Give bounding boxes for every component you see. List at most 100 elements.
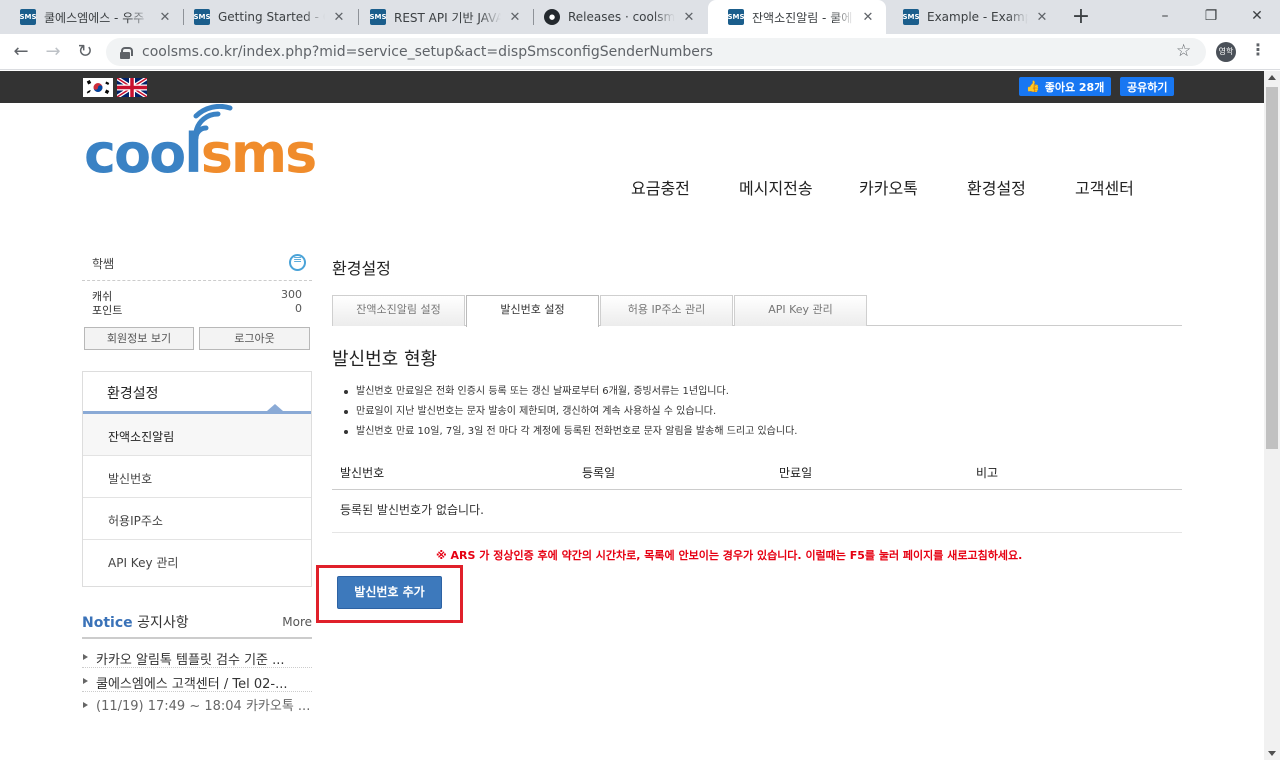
gnb-item-support[interactable]: 고객센터: [1075, 175, 1134, 199]
ars-warning-text: ※ ARS 가 정상인증 후에 약간의 시간차로, 목록에 안보이는 경우가 있…: [436, 549, 1023, 562]
side-menu-item-api-key[interactable]: API Key 관리: [83, 540, 311, 582]
add-sender-number-button[interactable]: 발신번호 추가: [337, 576, 442, 609]
notice-box: Notice 공지사항 More 카카오 알림톡 템플릿 검수 기준 ... 쿨…: [82, 612, 312, 714]
notice-item[interactable]: 쿨에스엠에스 고객센터 / Tel 02-...: [82, 673, 312, 692]
info-bullet: 발신번호 만료일은 전화 인증시 등록 또는 갱신 날짜로부터 6개월, 증빙서…: [342, 385, 1182, 405]
side-menu-title-text: 환경설정: [107, 386, 159, 402]
tab-allowed-ip[interactable]: 허용 IP주소 관리: [600, 295, 733, 326]
reload-icon[interactable]: ↻: [72, 40, 98, 66]
korea-flag-icon[interactable]: [83, 78, 113, 97]
side-menu: 환경설정 잔액소진알림 발신번호 허용IP주소 API Key 관리: [82, 371, 312, 587]
gnb-item-charge[interactable]: 요금충전: [631, 175, 690, 199]
info-bullets: 발신번호 만료일은 전화 인증시 등록 또는 갱신 날짜로부터 6개월, 증빙서…: [342, 385, 1182, 445]
sms-favicon-icon: SMS: [193, 9, 211, 25]
address-bar: ← → ↻ coolsms.co.kr/index.php?mid=servic…: [0, 34, 1280, 70]
settings-tabs: 잔액소진알림 설정 발신번호 설정 허용 IP주소 관리 API Key 관리: [332, 295, 1182, 327]
close-icon[interactable]: ✕: [681, 10, 697, 25]
browser-tab-title: 잔액소진알림 - 쿨에: [752, 10, 853, 25]
point-label: 포인트: [92, 304, 123, 317]
url-field[interactable]: coolsms.co.kr/index.php?mid=service_setu…: [106, 38, 1206, 66]
tab-sender-number-settings[interactable]: 발신번호 설정: [466, 295, 599, 327]
page-title: 환경설정: [332, 259, 391, 278]
page-scrollbar[interactable]: [1264, 71, 1280, 760]
gnb-item-settings[interactable]: 환경설정: [967, 175, 1026, 199]
browser-tab[interactable]: SMS REST API 기반 JAVA ✕: [350, 0, 533, 34]
close-icon[interactable]: ✕: [507, 10, 523, 25]
browser-tab[interactable]: SMS Example - Example ✕: [883, 0, 1060, 34]
section-title: 발신번호 현황: [332, 349, 438, 370]
column-header-sender-number: 발신번호: [340, 466, 385, 480]
sms-favicon-icon: SMS: [727, 9, 745, 25]
browser-tab-title: Releases · coolsms/j: [568, 10, 675, 24]
coolsms-logo[interactable]: coolsms: [84, 104, 320, 186]
tab-api-key[interactable]: API Key 관리: [734, 295, 867, 326]
uk-flag-icon[interactable]: [117, 78, 147, 97]
close-icon[interactable]: ✕: [1034, 10, 1050, 25]
sms-favicon-icon: SMS: [19, 9, 37, 25]
logout-button[interactable]: 로그아웃: [199, 327, 310, 350]
browser-tab-active[interactable]: SMS 잔액소진알림 - 쿨에 ✕: [708, 0, 886, 34]
close-icon[interactable]: ✕: [331, 10, 347, 25]
url-text: coolsms.co.kr/index.php?mid=service_setu…: [142, 44, 713, 60]
scroll-up-icon[interactable]: [1268, 75, 1276, 80]
column-header-expiry-date: 만료일: [779, 466, 813, 480]
info-bullet: 만료일이 지난 발신번호는 문자 발송이 제한되며, 갱신하여 계속 사용하실 …: [342, 405, 1182, 425]
user-name: 학쌤: [92, 257, 115, 271]
like-label: 좋아요 28개: [1044, 80, 1105, 94]
point-value: 0: [295, 302, 302, 315]
browser-tab[interactable]: SMS Getting Started - Ge ✕: [174, 0, 357, 34]
facebook-share-button[interactable]: 공유하기: [1120, 77, 1175, 96]
browser-menu-icon[interactable]: ⋮: [1250, 40, 1266, 59]
close-icon[interactable]: ✕: [157, 10, 173, 25]
logo-text-sms: sms: [200, 122, 318, 185]
side-menu-item-allowed-ip[interactable]: 허용IP주소: [83, 498, 311, 540]
site-top-bar: 👍 좋아요 28개 공유하기: [0, 71, 1264, 103]
back-icon[interactable]: ←: [8, 40, 34, 66]
notice-title-en: Notice: [82, 615, 133, 631]
minimize-icon[interactable]: –: [1142, 0, 1188, 32]
browser-tab-title: Example - Example: [927, 10, 1028, 24]
info-bullet: 발신번호 만료 10일, 7일, 3일 전 마다 각 계정에 등록된 전화번호로…: [342, 425, 1182, 445]
profile-avatar[interactable]: 영학: [1216, 42, 1236, 62]
side-menu-title: 환경설정: [83, 372, 311, 414]
cash-value: 300: [281, 288, 302, 301]
browser-tab[interactable]: ● Releases · coolsms/j ✕: [524, 0, 707, 34]
browser-tab[interactable]: SMS 쿨에스엠에스 - 우주 ✕: [0, 0, 183, 34]
side-menu-item-balance-alert[interactable]: 잔액소진알림: [83, 414, 311, 456]
browser-tab-title: 쿨에스엠에스 - 우주: [44, 10, 145, 25]
notice-title: Notice 공지사항: [82, 612, 312, 632]
github-icon: ●: [544, 9, 560, 25]
thumbs-up-icon: 👍: [1026, 80, 1040, 93]
sender-table-header: 발신번호 등록일 만료일 비고: [332, 454, 1182, 490]
sms-favicon-icon: SMS: [369, 9, 387, 25]
browser-tab-strip: SMS 쿨에스엠에스 - 우주 ✕ SMS Getting Started - Ge ✕…: [0, 0, 1280, 34]
new-tab-button[interactable]: +: [1068, 4, 1094, 30]
sms-favicon-icon: SMS: [902, 9, 920, 25]
gnb-item-send[interactable]: 메시지전송: [739, 175, 813, 199]
notice-title-ko: 공지사항: [137, 615, 189, 631]
scroll-thumb[interactable]: [1266, 87, 1278, 449]
column-header-registered-date: 등록일: [582, 466, 616, 480]
lock-icon: [120, 46, 133, 59]
empty-table-message: 등록된 발신번호가 없습니다.: [340, 503, 484, 517]
bookmark-star-icon[interactable]: ☆: [1176, 41, 1191, 61]
side-menu-item-sender-number[interactable]: 발신번호: [83, 456, 311, 498]
tab-balance-alert-settings[interactable]: 잔액소진알림 설정: [332, 295, 465, 326]
profile-button[interactable]: 회원정보 보기: [84, 327, 194, 350]
close-icon[interactable]: ✕: [860, 10, 876, 25]
user-info-icon[interactable]: [289, 253, 306, 271]
scroll-down-icon[interactable]: [1268, 751, 1276, 756]
logo-text-cool: cool: [84, 122, 203, 185]
gnb-item-kakao[interactable]: 카카오톡: [859, 175, 918, 199]
notice-item[interactable]: 카카오 알림톡 템플릿 검수 기준 ...: [82, 649, 312, 668]
browser-tab-title: Getting Started - Ge: [218, 10, 325, 24]
forward-icon[interactable]: →: [40, 40, 66, 66]
window-close-icon[interactable]: ✕: [1234, 0, 1280, 32]
caret-up-icon: [267, 404, 283, 411]
facebook-like-button[interactable]: 👍 좋아요 28개: [1019, 77, 1112, 96]
notice-more-link[interactable]: More: [282, 615, 312, 629]
column-header-note: 비고: [976, 466, 999, 480]
notice-item[interactable]: (11/19) 17:49 ~ 18:04 카카오톡 ...: [82, 697, 312, 737]
restore-icon[interactable]: ❐: [1188, 0, 1234, 32]
browser-tab-title: REST API 기반 JAVA: [394, 10, 501, 25]
